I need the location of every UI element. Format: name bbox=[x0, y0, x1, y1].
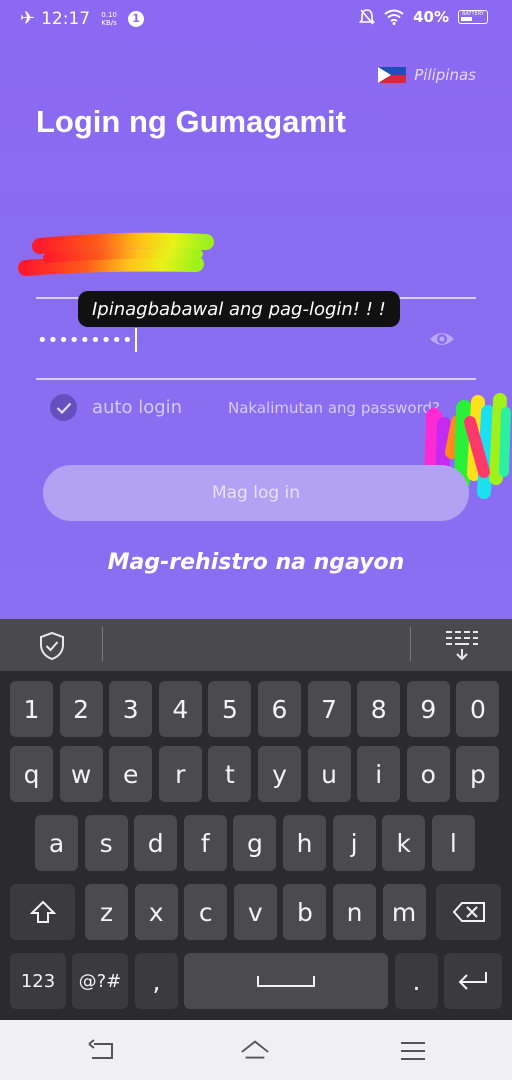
password-input[interactable]: ••••••••• bbox=[37, 328, 137, 352]
enter-icon bbox=[458, 972, 487, 990]
letter-key-y[interactable]: y bbox=[258, 746, 301, 802]
letter-key-k[interactable]: k bbox=[382, 815, 426, 871]
home-icon[interactable] bbox=[240, 1038, 270, 1064]
auto-login-checkbox[interactable] bbox=[50, 394, 77, 421]
network-speed: 0.10 KB/s bbox=[96, 11, 122, 27]
letter-key-j[interactable]: j bbox=[332, 815, 376, 871]
register-link[interactable]: Mag-rehistro na ngayon bbox=[0, 550, 512, 575]
letter-key-v[interactable]: v bbox=[233, 884, 277, 940]
airplane-mode-icon: ✈ bbox=[20, 8, 36, 29]
backspace-key[interactable] bbox=[436, 884, 501, 940]
eye-icon[interactable] bbox=[428, 328, 456, 350]
backspace-icon bbox=[452, 902, 485, 922]
keyboard-collapse-icon[interactable] bbox=[444, 629, 480, 663]
notification-badge: 1 bbox=[128, 10, 145, 27]
letter-key-n[interactable]: n bbox=[333, 884, 376, 940]
letter-key-h[interactable]: h bbox=[283, 815, 326, 871]
username-redaction-scribble bbox=[18, 232, 214, 276]
checkmark-icon bbox=[56, 402, 71, 414]
letter-key-o[interactable]: o bbox=[406, 746, 450, 802]
symbols-key[interactable]: @?# bbox=[72, 953, 128, 1009]
letter-key-i[interactable]: i bbox=[357, 746, 401, 802]
shift-key[interactable] bbox=[10, 884, 75, 940]
auto-login-label: auto login bbox=[92, 397, 183, 418]
number-key-6[interactable]: 6 bbox=[258, 681, 301, 737]
letter-key-p[interactable]: p bbox=[456, 746, 500, 802]
letter-key-g[interactable]: g bbox=[233, 815, 277, 871]
menu-icon[interactable] bbox=[398, 1038, 428, 1064]
number-key-8[interactable]: 8 bbox=[357, 681, 401, 737]
period-key[interactable]: . bbox=[395, 953, 438, 1009]
numbers-key[interactable]: 123 bbox=[10, 953, 66, 1009]
letter-key-t[interactable]: t bbox=[208, 746, 252, 802]
toast-message: Ipinagbabawal ang pag-login! ! ! bbox=[78, 291, 400, 327]
letter-key-d[interactable]: d bbox=[134, 815, 178, 871]
do-not-disturb-icon bbox=[359, 9, 376, 25]
comma-key[interactable]: , bbox=[135, 953, 178, 1009]
status-time: 12:17 bbox=[41, 8, 91, 29]
login-screen: ✈ 12:17 0.10 KB/s 1 40% BATTERY Pilipina… bbox=[0, 0, 512, 619]
number-key-5[interactable]: 5 bbox=[208, 681, 252, 737]
keyboard-toolbar bbox=[0, 619, 512, 671]
letter-key-w[interactable]: w bbox=[59, 746, 103, 802]
status-bar: ✈ 12:17 0.10 KB/s 1 40% BATTERY bbox=[0, 0, 512, 40]
number-key-7[interactable]: 7 bbox=[307, 681, 351, 737]
number-key-4[interactable]: 4 bbox=[158, 681, 202, 737]
space-bar-icon bbox=[257, 976, 315, 987]
philippines-flag-icon bbox=[378, 67, 407, 83]
text-cursor bbox=[134, 328, 137, 352]
network-speed-value: 0.10 bbox=[101, 10, 117, 19]
password-underline bbox=[36, 378, 476, 380]
language-selector[interactable]: Pilipinas bbox=[378, 66, 476, 84]
letter-key-u[interactable]: u bbox=[307, 746, 351, 802]
keyboard: 1234567890qwertyuiopasdfghjklzxcvbnm 123… bbox=[0, 671, 512, 1020]
password-masked-value: ••••••••• bbox=[37, 329, 133, 351]
letter-key-s[interactable]: s bbox=[84, 815, 128, 871]
number-key-2[interactable]: 2 bbox=[59, 681, 103, 737]
page-title: Login ng Gumagamit bbox=[36, 104, 346, 139]
login-button[interactable]: Mag log in bbox=[43, 465, 469, 521]
letter-key-x[interactable]: x bbox=[134, 884, 178, 940]
letter-key-z[interactable]: z bbox=[85, 884, 128, 940]
auto-login-toggle[interactable]: auto login bbox=[50, 394, 182, 421]
shield-check-icon[interactable] bbox=[38, 631, 66, 661]
wifi-icon bbox=[384, 9, 404, 25]
space-key[interactable] bbox=[184, 953, 388, 1009]
number-key-3[interactable]: 3 bbox=[109, 681, 153, 737]
shift-icon bbox=[29, 900, 56, 923]
battery-icon: BATTERY bbox=[458, 10, 488, 24]
letter-key-a[interactable]: a bbox=[35, 815, 78, 871]
letter-key-q[interactable]: q bbox=[10, 746, 53, 802]
enter-key[interactable] bbox=[444, 953, 502, 1009]
back-icon[interactable] bbox=[86, 1038, 116, 1064]
letter-key-e[interactable]: e bbox=[109, 746, 153, 802]
number-key-9[interactable]: 9 bbox=[406, 681, 450, 737]
letter-key-r[interactable]: r bbox=[158, 746, 202, 802]
language-label: Pilipinas bbox=[414, 66, 476, 84]
letter-key-b[interactable]: b bbox=[283, 884, 327, 940]
letter-key-l[interactable]: l bbox=[431, 815, 475, 871]
number-key-0[interactable]: 0 bbox=[456, 681, 500, 737]
battery-percent: 40% bbox=[413, 8, 449, 26]
letter-key-f[interactable]: f bbox=[183, 815, 227, 871]
letter-key-c[interactable]: c bbox=[184, 884, 228, 940]
letter-key-m[interactable]: m bbox=[382, 884, 426, 940]
number-key-1[interactable]: 1 bbox=[10, 681, 53, 737]
navigation-bar bbox=[0, 1020, 512, 1080]
network-speed-unit: KB/s bbox=[101, 18, 117, 27]
